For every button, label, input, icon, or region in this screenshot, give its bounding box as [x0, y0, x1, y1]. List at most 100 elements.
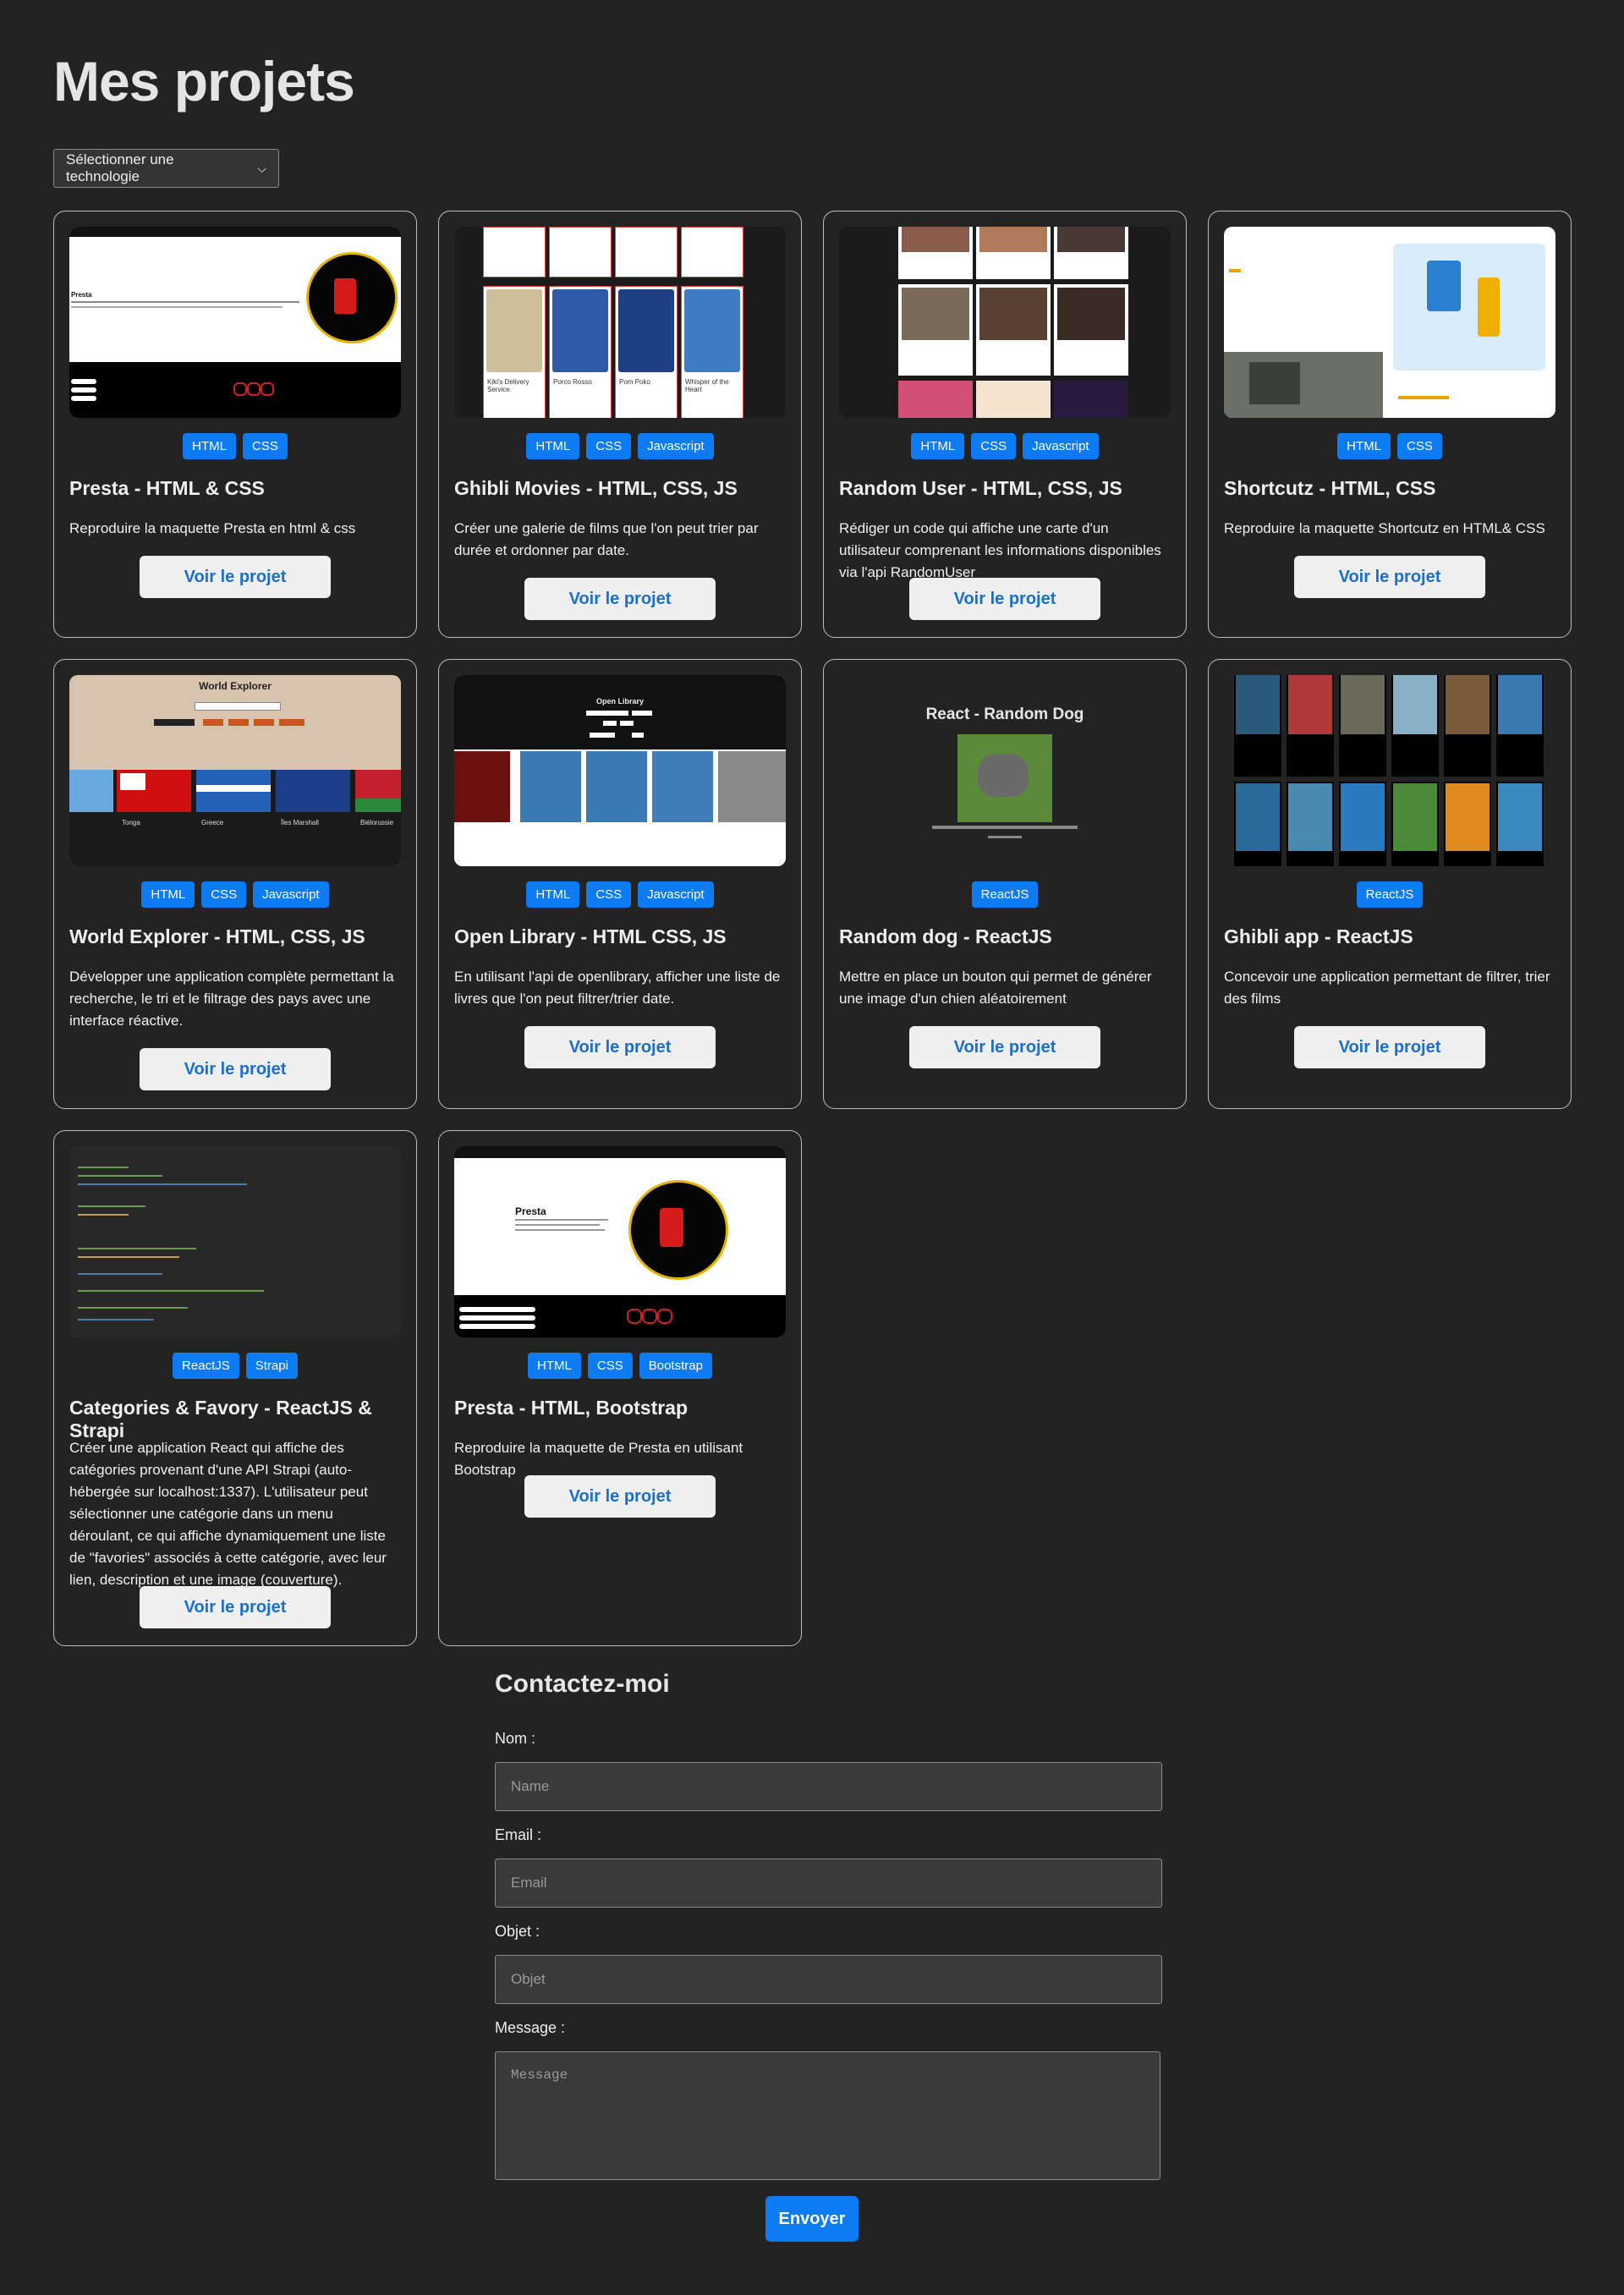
project-card-open-library: Open Library HTML CSS Javascript Open Li…: [438, 659, 802, 1109]
tag: CSS: [971, 433, 1017, 459]
tag: ReactJS: [1356, 881, 1424, 908]
project-title: Ghibli app - ReactJS: [1224, 925, 1413, 947]
tag: HTML: [526, 881, 580, 908]
tag: HTML: [141, 881, 195, 908]
project-description: Concevoir une application permettant de …: [1224, 969, 1550, 1007]
poster-title: Kiki's Delivery Service: [487, 378, 529, 393]
view-project-button[interactable]: Voir le projet: [140, 1048, 331, 1090]
message-textarea[interactable]: Message: [495, 2051, 1160, 2180]
project-description: Reproduire la maquette Shortcutz en HTML…: [1224, 520, 1545, 536]
poster-title: Pom Poko: [619, 378, 650, 386]
message-label: Message :: [495, 2019, 566, 2036]
project-title: Presta - HTML & CSS: [69, 477, 265, 499]
subject-input[interactable]: Objet: [495, 1955, 1162, 2004]
project-description: Rédiger un code qui affiche une carte d'…: [839, 520, 1161, 580]
project-title: Random User - HTML, CSS, JS: [839, 477, 1122, 499]
view-project-button[interactable]: Voir le projet: [524, 1475, 716, 1518]
tag-list: HTML CSS Javascript: [439, 881, 801, 908]
project-card-ghibli-movies: Kiki's Delivery Service Porco Rosso Pom …: [438, 211, 802, 638]
country-name: Greece: [201, 819, 224, 826]
tag: HTML: [1337, 433, 1391, 459]
project-thumbnail: Kiki's Delivery Service Porco Rosso Pom …: [454, 227, 786, 418]
project-thumbnail: Presta: [69, 227, 401, 418]
project-thumbnail: Open Library: [454, 675, 786, 866]
project-card-world-explorer: World Explorer Tonga Greece Îles Marshal…: [53, 659, 417, 1109]
tag: HTML: [528, 1353, 581, 1379]
tag-list: ReactJS: [824, 881, 1186, 908]
name-input[interactable]: Name: [495, 1762, 1162, 1811]
project-thumbnail: Presta: [454, 1146, 786, 1337]
project-title: Ghibli Movies - HTML, CSS, JS: [454, 477, 738, 499]
view-project-button[interactable]: Voir le projet: [524, 1026, 716, 1068]
tag-list: HTML CSS Javascript: [439, 433, 801, 459]
project-thumbnail: [839, 227, 1171, 418]
project-title: Random dog - ReactJS: [839, 925, 1052, 947]
dog-photo: [957, 734, 1052, 822]
tag: Javascript: [253, 881, 329, 908]
country-name: Tonga: [122, 819, 140, 826]
submit-button[interactable]: Envoyer: [765, 2196, 859, 2242]
thumbnail-caption: World Explorer: [199, 680, 272, 692]
tag: CSS: [587, 1353, 633, 1379]
project-thumbnail: World Explorer Tonga Greece Îles Marshal…: [69, 675, 401, 866]
tag-list: HTML CSS Bootstrap: [439, 1353, 801, 1379]
project-description: Créer une application React qui affiche …: [69, 1440, 387, 1588]
project-thumbnail: [1224, 675, 1555, 866]
email-input[interactable]: Email: [495, 1859, 1162, 1908]
project-thumbnail: [69, 1146, 401, 1337]
view-project-button[interactable]: Voir le projet: [1294, 1026, 1485, 1068]
project-description: Créer une galerie de films que l'on peut…: [454, 520, 759, 558]
tag: CSS: [243, 433, 288, 459]
project-card-ghibli-app: ReactJS Ghibli app - ReactJS Concevoir u…: [1208, 659, 1572, 1109]
poster-title: Porco Rosso: [553, 378, 592, 386]
chevron-down-icon: ⌵: [257, 161, 266, 175]
project-card-shortcutz: HTML CSS Shortcutz - HTML, CSS Reproduir…: [1208, 211, 1572, 638]
view-project-button[interactable]: Voir le projet: [909, 578, 1100, 620]
project-title: Shortcutz - HTML, CSS: [1224, 477, 1436, 499]
tag-list: ReactJS: [1209, 881, 1571, 908]
tag: ReactJS: [173, 1353, 239, 1379]
tag: HTML: [526, 433, 580, 459]
view-project-button[interactable]: Voir le projet: [1294, 556, 1485, 598]
tag: CSS: [586, 881, 632, 908]
project-card-random-dog: React - Random Dog ReactJS Random dog - …: [823, 659, 1187, 1109]
project-card-random-user: HTML CSS Javascript Random User - HTML, …: [823, 211, 1187, 638]
tag: Bootstrap: [639, 1353, 712, 1379]
tag: ReactJS: [971, 881, 1039, 908]
project-description: Mettre en place un bouton qui permet de …: [839, 969, 1152, 1007]
presta-logo-icon: [628, 1180, 728, 1280]
tag: CSS: [201, 881, 247, 908]
project-thumbnail: [1224, 227, 1555, 418]
tag-list: HTML CSS Javascript: [54, 881, 416, 908]
project-card-categories-favory: ReactJS Strapi Categories & Favory - Rea…: [53, 1130, 417, 1646]
project-thumbnail: React - Random Dog: [839, 675, 1171, 866]
project-title: World Explorer - HTML, CSS, JS: [69, 925, 365, 947]
tag: CSS: [586, 433, 632, 459]
tag: HTML: [183, 433, 236, 459]
project-card-presta-bootstrap: Presta HTML CSS Bootstrap Presta - HTML,…: [438, 1130, 802, 1646]
thumbnail-caption: Presta: [71, 291, 92, 299]
view-project-button[interactable]: Voir le projet: [909, 1026, 1100, 1068]
technology-select[interactable]: Sélectionner une technologie ⌵: [53, 149, 279, 188]
tag: HTML: [911, 433, 965, 459]
tag: Strapi: [245, 1353, 298, 1379]
thumbnail-caption: React - Random Dog: [925, 706, 1084, 723]
country-name: Îles Marshall: [281, 819, 319, 826]
country-name: Biélorussie: [360, 819, 394, 826]
view-project-button[interactable]: Voir le projet: [140, 1586, 331, 1628]
tag-list: HTML CSS: [54, 433, 416, 459]
view-project-button[interactable]: Voir le projet: [140, 556, 331, 598]
email-label: Email :: [495, 1826, 542, 1843]
name-label: Nom :: [495, 1730, 536, 1747]
poster-title: Whisper of the Heart: [685, 378, 729, 393]
page: Mes projets Sélectionner une technologie…: [0, 0, 1624, 2295]
project-title: Categories & Favory - ReactJS & Strapi: [69, 1397, 372, 1441]
view-project-button[interactable]: Voir le projet: [524, 578, 716, 620]
tag-list: ReactJS Strapi: [54, 1353, 416, 1379]
tag-list: HTML CSS Javascript: [824, 433, 1186, 459]
tag: CSS: [1397, 433, 1442, 459]
thumbnail-caption: Open Library: [595, 697, 644, 706]
subject-label: Objet :: [495, 1923, 540, 1940]
tag: Javascript: [638, 881, 714, 908]
thumbnail-caption: Presta: [515, 1205, 546, 1217]
